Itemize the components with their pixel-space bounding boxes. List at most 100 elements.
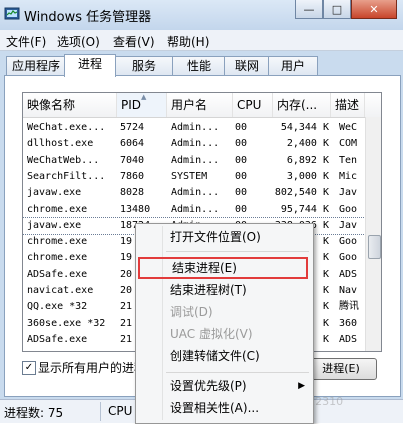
cell-desc: 腾讯 [339,301,359,313]
column-cpu[interactable]: CPU [233,93,273,117]
table-row[interactable]: chrome.exe 13480 Admin... 00 95,744 K Goo [23,202,381,218]
tab-services[interactable]: 服务 [114,56,174,76]
tab-applications[interactable]: 应用程序 [6,56,66,76]
menu-open-file-location[interactable]: 打开文件位置(O) [136,226,313,248]
cell-mem: 2,400 K [286,138,329,150]
menu-item-label: 设置优先级(P) [170,379,247,393]
menu-item-label: 设置相关性(A)... [170,401,260,415]
menu-item-label: 结束进程(E) [172,261,237,275]
cell-desc: COM [339,138,358,150]
table-row[interactable]: SearchFilt... 7860 SYSTEM 00 3,000 K Mic [23,169,381,185]
vertical-scrollbar[interactable] [365,117,381,351]
tab-performance[interactable]: 性能 [172,56,226,76]
menu-create-dump-file[interactable]: 创建转储文件(C) [136,345,313,367]
column-memory[interactable]: 内存(... [273,93,331,117]
cell-desc: Ten [339,154,358,166]
cell-cpu: 00 [235,170,248,182]
cell-name: javaw.exe [27,187,82,199]
cell-name: SearchFilt... [27,170,106,182]
menu-set-affinity[interactable]: 设置相关性(A)... [136,397,313,419]
menu-view[interactable]: 查看(V) [113,33,155,50]
maximize-button[interactable]: □ [323,0,351,19]
cell-mem: K [322,252,329,264]
cell-cpu: 00 [235,138,248,150]
menu-options[interactable]: 选项(O) [57,33,100,50]
cell-mem: K [322,317,329,329]
cell-pid: 8028 [120,187,145,199]
cell-pid: 21 [120,301,133,313]
menu-end-process-tree[interactable]: 结束进程树(T) [136,279,313,301]
cell-mem: K [322,236,329,248]
title-bar[interactable]: Windows 任务管理器 — □ ✕ [0,0,403,30]
cell-cpu: 00 [235,203,248,215]
show-all-users-checkbox[interactable]: ✓ [22,361,36,375]
menu-debug[interactable]: 调试(D) [136,301,313,323]
cell-desc: Jav [339,219,358,231]
tab-users[interactable]: 用户 [268,56,318,76]
table-row[interactable]: javaw.exe 8028 Admin... 00 802,540 K Jav [23,185,381,201]
scrollbar-thumb[interactable] [368,235,381,259]
cell-user: Admin... [171,187,220,199]
cell-desc: Goo [339,252,358,264]
menu-set-priority[interactable]: 设置优先级(P) ▶ [136,375,313,397]
cell-desc: Mic [339,170,358,182]
end-process-button[interactable]: 进程(E) [305,358,377,380]
cell-cpu: 00 [235,154,248,166]
cell-name: chrome.exe [27,236,88,248]
cell-pid: 13480 [120,203,151,215]
cell-desc: Goo [339,203,358,215]
cell-user: Admin... [171,203,220,215]
cell-pid: 7040 [120,154,145,166]
cell-pid: 6064 [120,138,145,150]
cell-desc: Jav [339,187,358,199]
cell-cpu: 00 [235,187,248,199]
menu-item-label: 打开文件位置(O) [170,230,261,244]
cell-user: Admin... [171,138,220,150]
menu-file[interactable]: 文件(F) [6,33,46,50]
cell-mem: 802,540 K [274,187,329,199]
cell-name: 360se.exe *32 [27,317,106,329]
cell-name: ADSafe.exe [27,268,88,280]
cell-pid: 20 [120,268,133,280]
cell-user: Admin... [171,122,220,133]
menu-uac-virtualization[interactable]: UAC 虚拟化(V) [136,323,313,345]
table-row[interactable]: dllhost.exe 6064 Admin... 00 2,400 K COM [23,136,381,152]
column-description[interactable]: 描述 [331,93,365,117]
cell-desc: ADS [339,268,358,280]
cell-mem: 95,744 K [280,203,329,215]
cell-mem: 3,000 K [286,170,329,182]
sort-ascending-icon: ▲ [141,93,147,101]
cell-pid: 21 [120,317,133,329]
cell-mem: K [322,301,329,313]
cell-name: navicat.exe [27,285,94,296]
menu-end-process[interactable]: 结束进程(E) [138,257,308,279]
column-image-name[interactable]: 映像名称 [23,93,117,117]
minimize-button[interactable]: — [295,0,323,19]
menu-bar: 文件(F) 选项(O) 查看(V) 帮助(H) [0,30,403,51]
cell-name: QQ.exe *32 [27,301,88,313]
cell-mem: 54,344 K [280,122,329,133]
context-menu: 打开文件位置(O) 结束进程(E) 结束进程树(T) 调试(D) UAC 虚拟化… [135,223,314,424]
cell-mem: 6,892 K [286,154,329,166]
cell-desc: 360 [339,317,358,329]
table-row[interactable]: WeChatWeb... 7040 Admin... 00 6,892 K Ten [23,153,381,169]
cell-mem: K [322,333,329,345]
close-button[interactable]: ✕ [351,0,397,19]
cell-name: WeChatWeb... [27,154,100,166]
cell-pid: 19 [120,236,133,248]
menu-item-label: 调试(D) [170,305,213,319]
tab-networking[interactable]: 联网 [224,56,270,76]
cell-desc: Goo [339,236,358,248]
column-user[interactable]: 用户名 [167,93,233,117]
cell-name: javaw.exe [27,219,82,231]
tab-processes[interactable]: 进程 [64,54,116,77]
cell-desc: WeC [339,122,358,133]
cell-pid: 5724 [120,122,145,133]
cell-name: ADSafe.exe [27,333,88,345]
menu-separator [166,372,309,373]
cell-desc: ADS [339,333,358,345]
table-row[interactable]: WeChat.exe... 5724 Admin... 00 54,344 K WeC [23,120,381,136]
menu-help[interactable]: 帮助(H) [167,33,209,50]
menu-item-label: UAC 虚拟化(V) [170,327,253,341]
cell-pid: 19 [120,252,133,264]
